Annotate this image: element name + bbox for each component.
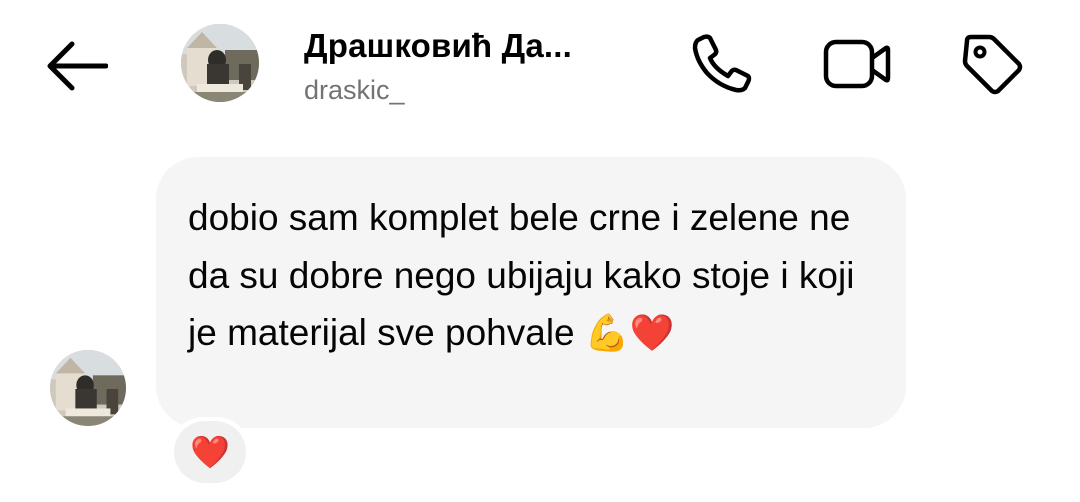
sender-avatar[interactable] [50, 350, 126, 426]
contact-avatar[interactable] [181, 24, 259, 102]
chat-header: Драшковић Да... draskic_ [0, 0, 1080, 130]
message-text: dobio sam komplet bele crne i zelene ne … [188, 197, 855, 353]
tag-button[interactable] [956, 28, 1028, 100]
arrow-left-icon [47, 41, 108, 91]
contact-name[interactable]: Драшковић Да... [304, 27, 572, 65]
contact-username[interactable]: draskic_ [304, 75, 405, 106]
message-bubble[interactable]: dobio sam komplet bele crne i zelene ne … [156, 157, 906, 428]
message-emoji: 💪❤️ [584, 312, 675, 353]
heart-reaction-icon: ❤️ [190, 434, 230, 470]
message-content: dobio sam komplet bele crne i zelene ne … [188, 189, 878, 362]
tag-icon [962, 34, 1023, 95]
reaction-container: ❤️ [174, 421, 246, 483]
video-call-button[interactable] [821, 28, 893, 100]
reaction-badge[interactable]: ❤️ [172, 420, 248, 484]
phone-icon [692, 34, 752, 93]
call-button[interactable] [686, 28, 758, 100]
video-camera-icon [823, 39, 891, 89]
back-button[interactable] [38, 36, 114, 96]
